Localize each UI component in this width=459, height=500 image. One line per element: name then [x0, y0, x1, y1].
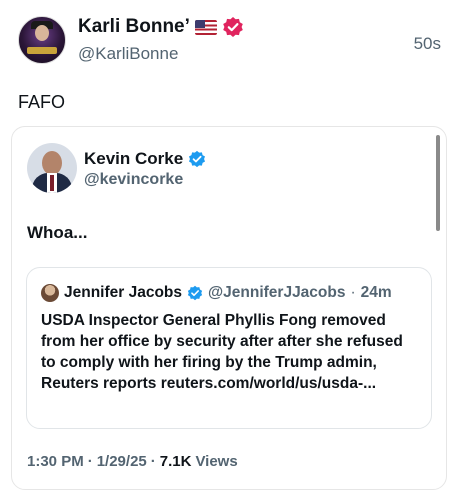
avatar-karli[interactable] — [18, 16, 66, 64]
views-count: 7.1K — [159, 453, 192, 470]
nested-author-row: Jennifer Jacobs @JenniferJJacobs · 24m — [41, 284, 392, 302]
quoted-post-text: Whoa... — [27, 223, 88, 242]
verified-badge-icon — [223, 17, 243, 37]
avatar-jennifer[interactable] — [41, 284, 59, 302]
author-name-row: Karli Bonne’ — [78, 16, 244, 38]
separator-dot: · — [150, 453, 156, 470]
avatar-logo-shape — [27, 47, 57, 54]
post-timestamp[interactable]: 50s — [414, 34, 441, 54]
quoted-author-row: Kevin Corke — [84, 149, 206, 169]
author-handle[interactable]: @KarliBonne — [78, 44, 178, 64]
avatar-head-shape — [35, 25, 49, 41]
avatar-face-shape — [42, 151, 62, 175]
verified-badge-icon — [187, 285, 203, 301]
post-header: Karli Bonne’ @KarliBonne 50s — [18, 16, 441, 66]
nested-quote-card[interactable]: Jennifer Jacobs @JenniferJJacobs · 24m U… — [26, 267, 432, 429]
views-label: Views — [195, 453, 238, 470]
nested-post-time[interactable]: 24m — [361, 284, 392, 302]
avatar-kevin[interactable] — [27, 143, 77, 193]
quoted-post-card[interactable]: Kevin Corke @kevincorke Whoa... Jennifer… — [11, 126, 447, 490]
avatar-tie-shape — [50, 175, 54, 191]
post-meta-row: 1:30 PM · 1/29/25 · 7.1K Views — [27, 453, 238, 470]
nested-post-text: USDA Inspector General Phyllis Fong remo… — [41, 312, 403, 392]
us-flag-icon — [194, 19, 217, 35]
verified-badge-icon — [189, 150, 206, 168]
nested-author-handle[interactable]: @JenniferJJacobs — [208, 284, 345, 302]
quoted-author-name[interactable]: Kevin Corke — [84, 149, 183, 169]
post-text: FAFO — [18, 92, 66, 112]
scrollbar[interactable] — [436, 135, 440, 231]
post-date[interactable]: 1/29/25 — [97, 453, 147, 470]
separator-dot: · — [87, 453, 93, 470]
post-time[interactable]: 1:30 PM — [27, 453, 84, 470]
nested-author-name[interactable]: Jennifer Jacobs — [64, 284, 182, 302]
separator-dot: · — [350, 284, 356, 301]
quoted-author-handle[interactable]: @kevincorke — [84, 171, 183, 189]
author-name[interactable]: Karli Bonne’ — [78, 16, 190, 38]
